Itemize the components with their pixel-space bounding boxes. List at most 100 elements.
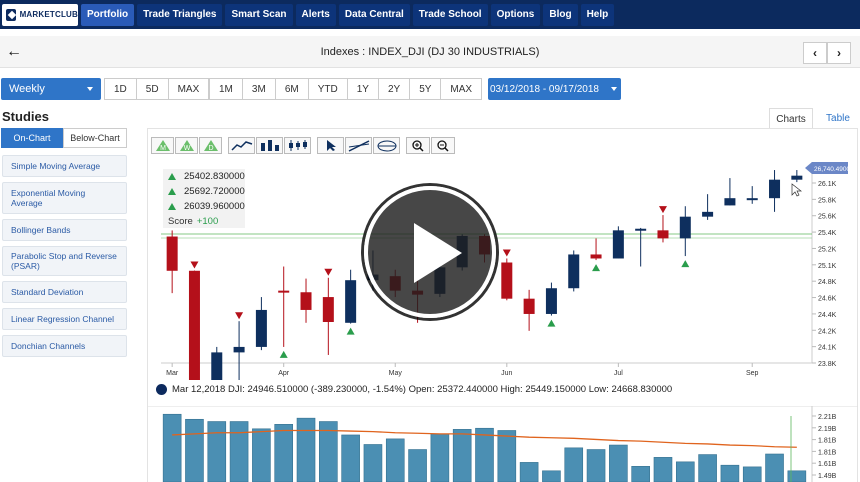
range-1m-button[interactable]: 1M: [209, 78, 243, 100]
candle-body: [791, 175, 803, 180]
candle: [590, 238, 602, 261]
study-simple-moving-average[interactable]: Simple Moving Average: [2, 155, 127, 177]
volume-chart[interactable]: 2.21B2.19B1.81B1.81B1.61B1.49B1.29B: [148, 406, 858, 482]
volume-bar: [742, 466, 762, 482]
candle-body: [679, 216, 691, 239]
fibonacci-icon[interactable]: [373, 137, 400, 154]
range-1d-button[interactable]: 1D: [104, 78, 137, 100]
study-exponential-moving-average[interactable]: Exponential Moving Average: [2, 182, 127, 214]
volume-bar: [542, 470, 561, 482]
red-triangle-icon: [235, 312, 244, 320]
candle-body: [188, 270, 200, 380]
pointer-icon[interactable]: [317, 137, 344, 154]
zoom-out-icon[interactable]: [431, 137, 455, 154]
nav-data-central[interactable]: Data Central: [338, 3, 410, 26]
nav-alerts[interactable]: Alerts: [295, 3, 336, 26]
volume-bar: [586, 449, 606, 482]
quote-info-bar: Mar 12,2018 DJI: 24946.510000 (-389.2300…: [156, 384, 672, 395]
price-tick-label: 24.1K: [818, 345, 837, 352]
level-value: 26039.960000: [184, 201, 245, 212]
chart-logo-icon: [156, 384, 167, 395]
level-value: 25692.720000: [184, 186, 245, 197]
candle: [724, 178, 736, 206]
price-tick-label: 24.2K: [818, 328, 837, 335]
range-2y-button[interactable]: 2Y: [377, 78, 411, 100]
candle-body: [746, 198, 758, 201]
monthly-triangle-icon[interactable]: M: [151, 137, 174, 154]
range-max-intraday-button[interactable]: MAX: [167, 78, 210, 100]
volume-bar: [475, 427, 494, 482]
x-tick-label: Apr: [278, 370, 290, 377]
candle: [679, 206, 691, 257]
volume-bar: [385, 438, 405, 482]
bar-chart-icon[interactable]: [256, 137, 283, 154]
prev-symbol-button[interactable]: ‹: [803, 42, 827, 64]
next-symbol-button[interactable]: ›: [827, 42, 851, 64]
range-6m-button[interactable]: 6M: [274, 78, 309, 100]
volume-tick-label: 1.81B: [818, 438, 837, 445]
range-ytd-button[interactable]: YTD: [307, 78, 348, 100]
candle-body: [300, 292, 312, 310]
daily-triangle-icon[interactable]: D: [199, 137, 222, 154]
line-chart-icon[interactable]: [228, 137, 255, 154]
candle: [612, 226, 624, 259]
level-row: 26039.960000: [163, 199, 245, 214]
candle: [523, 289, 535, 331]
red-triangle-icon: [190, 261, 199, 269]
range-group: 1M 3M 6M YTD 1Y 2Y 5Y MAX: [209, 78, 483, 100]
tab-table[interactable]: Table: [818, 108, 858, 129]
date-range-select[interactable]: 03/12/2018 - 09/17/2018: [488, 78, 621, 100]
candle-body: [545, 288, 557, 314]
score-value: +100: [196, 216, 219, 227]
range-5y-button[interactable]: 5Y: [409, 78, 442, 100]
daily-letter: D: [208, 145, 213, 152]
study-standard-deviation[interactable]: Standard Deviation: [2, 281, 127, 303]
top-nav: MARKETCLUB Portfolio Trade Triangles Sma…: [0, 0, 860, 29]
candle: [545, 282, 557, 316]
zoom-in-icon[interactable]: [406, 137, 430, 154]
study-linear-regression-channel[interactable]: Linear Regression Channel: [2, 308, 127, 330]
range-max-button[interactable]: MAX: [440, 78, 483, 100]
candle: [233, 321, 245, 380]
candle: [255, 297, 267, 351]
tab-charts[interactable]: Charts: [769, 108, 813, 129]
candle: [501, 258, 513, 301]
nav-trade-school[interactable]: Trade School: [412, 3, 488, 26]
on-chart-tab[interactable]: On-Chart: [1, 128, 63, 148]
volume-tick-label: 2.19B: [818, 426, 837, 433]
study-bollinger-bands[interactable]: Bollinger Bands: [2, 219, 127, 241]
period-select[interactable]: Weekly: [1, 78, 101, 100]
red-triangle-icon: [658, 206, 667, 214]
study-psar[interactable]: Parabolic Stop and Reverse (PSAR): [2, 246, 127, 276]
nav-trade-triangles[interactable]: Trade Triangles: [137, 3, 223, 26]
candle-body: [523, 298, 535, 314]
volume-tick-label: 2.21B: [818, 414, 837, 421]
nav-options[interactable]: Options: [490, 3, 541, 26]
study-donchian-channels[interactable]: Donchian Channels: [2, 335, 127, 357]
date-range-value: 03/12/2018 - 09/17/2018: [490, 83, 599, 95]
candle-body: [501, 262, 513, 299]
ohlc-chart-icon[interactable]: [284, 137, 311, 154]
nav-blog[interactable]: Blog: [543, 3, 578, 26]
range-5d-button[interactable]: 5D: [135, 78, 169, 100]
video-play-button[interactable]: [364, 186, 496, 318]
price-tick-label: 24.4K: [818, 312, 837, 319]
studies-toggle: On-Chart Below-Chart: [1, 128, 127, 148]
below-chart-tab[interactable]: Below-Chart: [63, 128, 127, 148]
weekly-triangle-icon[interactable]: W: [175, 137, 198, 154]
x-tick-label: Jun: [501, 370, 512, 377]
nav-smart-scan[interactable]: Smart Scan: [225, 3, 293, 26]
red-triangle-icon: [324, 268, 333, 276]
green-triangle-icon: [168, 173, 176, 180]
candle-body: [635, 228, 647, 231]
nav-portfolio[interactable]: Portfolio: [81, 3, 135, 26]
range-3m-button[interactable]: 3M: [241, 78, 276, 100]
nav-help[interactable]: Help: [580, 3, 615, 26]
volume-bar: [252, 428, 271, 482]
monthly-letter: M: [160, 145, 166, 152]
price-chart[interactable]: 26.1K 25.8K 25.6K 25.4K 25.2K 25.1K 24.8K 24.6K…: [148, 158, 848, 380]
marketclub-logo[interactable]: MARKETCLUB: [2, 3, 78, 26]
price-tick-label: 25.6K: [818, 214, 837, 221]
draw-line-icon[interactable]: [345, 137, 372, 154]
range-1y-button[interactable]: 1Y: [346, 78, 379, 100]
